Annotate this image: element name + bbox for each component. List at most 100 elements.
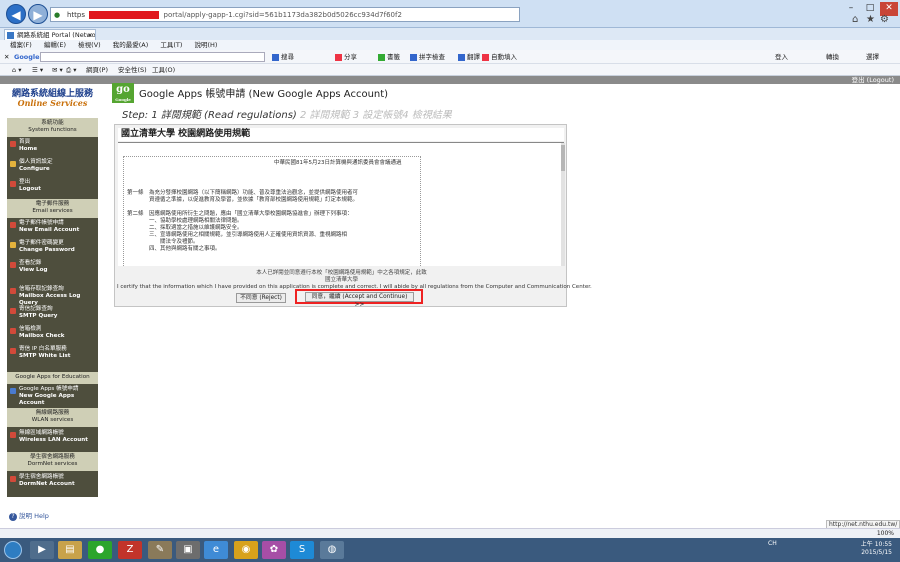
system-tray[interactable]: CH [768,540,777,547]
redacted-host [89,11,160,19]
tab-title: 網路系統組 Portal (Networ... [17,31,96,39]
sidebar-item-configure[interactable]: 個人資訊設定 Configure [9,159,96,173]
sidebar-item-smtp-query[interactable]: 寄信記錄查詢 SMTP Query [9,306,96,320]
cmd-safety[interactable]: 安全性(S) [118,64,147,76]
help-link[interactable]: ? 說明 Help [9,510,49,521]
key-icon [10,242,16,248]
google-toolbar: ✕ Google 搜尋 分享 書籤 拼字檢查 翻譯 自動填入 登入 轉換 選擇 [0,50,900,64]
share-button[interactable]: 分享 [335,50,357,64]
logout-link[interactable]: 登出 (Logout) [852,76,894,84]
media-player-icon[interactable]: ▶ [30,541,54,559]
forward-button[interactable]: ▶ [28,4,48,24]
cmd-tools[interactable]: 工具(O) [152,64,175,76]
brand-subtitle: Online Services [17,98,88,108]
regulations-frame[interactable]: 中華民國81年5月23日計算機與通訊委員會會議通過 第一條 為充分發揮校園網路（… [118,143,561,266]
cmd-page[interactable]: 網頁(P) [86,64,108,76]
file-explorer-icon[interactable]: ▤ [58,541,82,559]
browser-titlebar: ◀ ▶ ● https portal/apply-gapp-1.cgi?sid=… [0,0,900,28]
print-icon[interactable]: ⎙ ▾ [66,64,77,76]
wireless-icon [10,432,16,438]
translate-icon [458,53,465,61]
filezilla-icon[interactable]: Z [118,541,142,559]
whitelist-icon [10,348,16,354]
translate-button[interactable]: 翻譯 [458,50,480,64]
home-cmd-icon[interactable]: ⌂ ▾ [12,64,21,76]
feeds-icon[interactable]: ☰ ▾ [32,64,43,76]
tool-app-icon[interactable]: ✎ [148,541,172,559]
menu-favorites[interactable]: 我的最愛(A) [113,41,149,49]
sidebar-item-change-password[interactable]: 電子郵件密碼變更 Change Password [9,240,96,254]
agreement-text: 本人已詳閱並同意遵行本校「校園網路使用規範」中之各項規定，此致 [256,270,427,276]
section-system: 系統功能 System functions [7,118,98,137]
video-app-icon[interactable]: ▣ [176,541,200,559]
lock-icon: ● [54,11,61,19]
menu-bar: 檔案(F) 編輯(E) 檢視(V) 我的最愛(A) 工具(T) 說明(H) [0,40,900,50]
sidebar: 網路系統組線上服務 Online Services 系統功能 System fun… [7,84,98,528]
tab-bar: 網路系統組 Portal (Networ... × [0,28,900,40]
check-icon [10,328,16,334]
select-button[interactable]: 選擇 [866,50,879,64]
sidebar-item-smtp-whitelist[interactable]: 寄信 IP 白名單服務 SMTP White List [9,346,96,360]
favorites-icon[interactable]: ★ [866,14,875,25]
sidebar-nav: 系統功能 System functions 首頁 Home 個人資訊設定 Config… [7,118,98,497]
internet-explorer-icon[interactable]: e [204,541,228,559]
sidebar-item-google-apps[interactable]: Google Apps 帳號申請 New Google Apps Account [9,386,96,407]
autofill-button[interactable]: 自動填入 [482,50,517,64]
share-icon [335,53,342,61]
sidebar-item-new-email[interactable]: 電子郵件帳號申請 New Email Account [9,220,96,234]
regulations-panel: 國立清華大學 校園網路使用規範 中華民國81年5月23日計算機與通訊委員會會議通… [114,124,592,308]
page-content: 登出 (Logout) 網路系統組線上服務 Online Services 系統… [0,76,900,529]
top-strip: 登出 (Logout) [0,76,900,84]
line-app-icon[interactable]: ● [88,541,112,559]
back-button[interactable]: ◀ [6,4,26,24]
address-bar[interactable]: ● https portal/apply-gapp-1.cgi?sid=561b… [50,7,520,22]
google-logo: Google [14,53,40,61]
section-google-apps: Google Apps for Education [7,372,98,384]
mailbox-icon [10,288,16,294]
section-dormnet: 學生宿舍網路服務 DormNet services [7,452,98,471]
menu-help[interactable]: 說明(H) [195,41,218,49]
scrollbar-thumb[interactable] [561,145,565,171]
menu-file[interactable]: 檔案(F) [10,41,32,49]
start-button[interactable] [4,541,22,559]
chrome-icon[interactable]: ◉ [234,541,258,559]
google-search-input[interactable] [40,52,265,62]
gear-icon [10,161,16,167]
sidebar-item-mailbox-check[interactable]: 信箱檢測 Mailbox Check [9,326,96,340]
settings-gear-icon[interactable]: ⚙ [880,14,889,25]
tab-close-icon[interactable]: × [88,30,93,40]
sidebar-item-wireless-lan[interactable]: 無線區域網路帳號 Wireless LAN Account [9,430,96,444]
close-toolbar-icon[interactable]: ✕ [4,50,9,64]
sidebar-item-mailbox-log[interactable]: 信箱存取記錄查詢 Mailbox Access Log Query [9,286,96,307]
command-bar: ⌂ ▾ ☰ ▾ ✉ ▾ ⎙ ▾ 網頁(P) 安全性(S) 工具(O) [0,64,900,76]
sidebar-item-view-log[interactable]: 查看記錄 View Log [9,260,96,274]
signin-button[interactable]: 登入 [775,50,788,64]
app-icon[interactable]: ◍ [320,541,344,559]
photo-app-icon[interactable]: ✿ [262,541,286,559]
step-indicator: Step: 1 詳閱規範 (Read regulations) 2 詳閱規範 3… [122,110,452,121]
reject-button[interactable]: 不同意 (Reject) [236,293,286,303]
google-search-button[interactable]: 搜尋 [272,50,294,64]
help-icon: ? [9,513,17,521]
spellcheck-button[interactable]: 拼字檢查 [410,50,445,64]
accept-continue-button[interactable]: 同意，繼續 (Accept and Continue) >> [305,292,414,308]
tab-portal[interactable]: 網路系統組 Portal (Networ... × [4,29,96,40]
menu-tools[interactable]: 工具(T) [160,41,182,49]
sidebar-item-dormnet[interactable]: 學生宿舍網路帳號 DormNet Account [9,474,96,488]
bookmarks-button[interactable]: 書籤 [378,50,400,64]
sidebar-item-home[interactable]: 首頁 Home [9,139,96,153]
mail-icon[interactable]: ✉ ▾ [52,64,63,76]
sidebar-item-logout[interactable]: 登出 Logout [9,179,96,193]
google-apps-icon [10,388,16,394]
clock[interactable]: 上午 10:55 2015/5/15 [858,541,892,557]
menu-view[interactable]: 檢視(V) [78,41,101,49]
bookmark-icon [378,53,385,61]
menu-edit[interactable]: 編輯(E) [44,41,66,49]
home-icon[interactable]: ⌂ [852,14,858,25]
panel-title: 國立清華大學 校園網路使用規範 [118,128,564,141]
dorm-icon [10,476,16,482]
skype-icon[interactable]: S [290,541,314,559]
send-icon [10,308,16,314]
address-path: portal/apply-gapp-1.cgi?sid=561b1173da38… [163,11,402,19]
convert-button[interactable]: 轉換 [826,50,839,64]
